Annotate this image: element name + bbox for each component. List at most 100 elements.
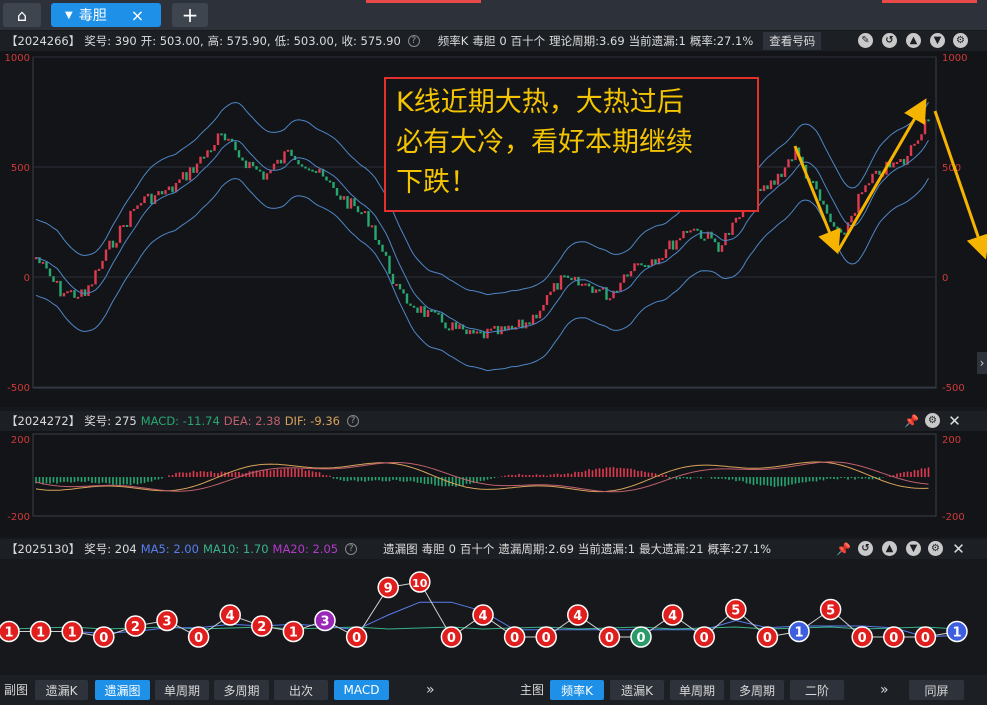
macd-bar (682, 477, 685, 479)
candle (727, 232, 731, 235)
main-btn-multi-cycle[interactable]: 多周期 (730, 680, 784, 700)
pos-text: 百十个 (459, 542, 495, 556)
candle (255, 166, 258, 170)
settings-icon[interactable]: ⚙ (928, 541, 943, 556)
candle (377, 239, 381, 245)
candle (304, 166, 307, 169)
candle (927, 119, 930, 122)
main-btn-second-order[interactable]: 二阶 (790, 680, 844, 700)
home-tab[interactable]: ⌂ (3, 3, 41, 27)
pin-icon[interactable]: 📌 (836, 541, 851, 556)
macd-bar (80, 477, 83, 482)
candle (682, 230, 685, 239)
miss-chart[interactable]: 1 1 1 02 3042 1309 10040 040 04050 150 0 0 1 (0, 559, 987, 673)
candle (724, 232, 727, 246)
macd-bar (742, 477, 744, 482)
macd-bar (773, 477, 776, 488)
macd-bar (371, 477, 373, 481)
down-icon[interactable]: ▼ (906, 541, 921, 556)
candle (703, 238, 706, 241)
macd-bar (105, 477, 107, 483)
candle (734, 217, 738, 223)
candle (650, 259, 654, 266)
settings-icon[interactable]: ⚙ (953, 33, 968, 48)
macd-chart[interactable]: 200 -200 200 -200 (0, 431, 987, 537)
help-icon[interactable]: ? (407, 35, 420, 47)
macd-bar (567, 473, 569, 477)
sub-btn-multi-cycle[interactable]: 多周期 (214, 680, 269, 700)
up-icon[interactable]: ▲ (882, 541, 897, 556)
candle (426, 310, 430, 317)
candle (503, 326, 507, 331)
macd-bar (388, 477, 391, 482)
down-icon[interactable]: ▼ (930, 33, 945, 48)
macd-bar (77, 477, 79, 482)
macd-value: MACD: -11.74 (140, 414, 220, 428)
candle (832, 222, 836, 227)
macd-bar (588, 469, 590, 477)
undo-icon[interactable]: ↺ (882, 33, 897, 48)
candle (402, 289, 405, 294)
candle (262, 171, 265, 180)
sub-btn-macd[interactable]: MACD (334, 680, 389, 700)
macd-bar (283, 468, 286, 477)
macd-bar (385, 477, 387, 482)
sub-btn-miss-chart[interactable]: 遗漏图 (95, 680, 150, 700)
sub-btn-single-cycle[interactable]: 单周期 (155, 680, 209, 700)
candle (699, 230, 703, 239)
candle (62, 293, 66, 297)
main-btn-single-cycle[interactable]: 单周期 (670, 680, 724, 700)
macd-bar (101, 477, 104, 483)
more-right-icon[interactable]: » (880, 680, 889, 700)
miss-ball-label: 0 (510, 631, 519, 646)
settings-icon[interactable]: ⚙ (925, 413, 940, 428)
help-icon[interactable]: ? (345, 543, 358, 555)
close-icon[interactable]: × (131, 6, 144, 25)
candle (164, 190, 167, 195)
macd-bar (598, 468, 601, 477)
miss-ball-label: 0 (858, 631, 867, 646)
macd-bar (924, 468, 926, 477)
add-tab-button[interactable]: + (172, 3, 208, 27)
macd-bar (231, 472, 233, 477)
candle (132, 208, 136, 211)
draw-icon[interactable]: ✎ (858, 33, 873, 48)
candle (552, 283, 556, 292)
view-numbers-button[interactable]: 查看号码 (763, 32, 822, 50)
close-icon[interactable]: ✕ (947, 412, 962, 430)
help-icon[interactable]: ? (346, 415, 359, 427)
macd-bar (815, 477, 818, 482)
macd-bar (619, 467, 622, 477)
sync-screen-button[interactable]: 同屏 (909, 680, 964, 700)
candle (419, 306, 423, 313)
up-icon[interactable]: ▲ (906, 33, 921, 48)
candle (409, 303, 412, 306)
macd-bar (182, 472, 184, 477)
more-left-icon[interactable]: » (426, 680, 435, 700)
macd-bar (154, 477, 156, 480)
candle (692, 228, 696, 231)
pin-icon[interactable]: 📌 (904, 413, 919, 428)
macd-bar (213, 472, 216, 477)
candle (825, 204, 829, 214)
tab-dudan[interactable]: ▼ 毒胆 × (51, 3, 161, 27)
candle (790, 159, 794, 162)
candle (874, 170, 878, 174)
macd-bar (73, 477, 76, 483)
macd-bar (927, 467, 930, 477)
close-icon[interactable]: ✕ (951, 540, 966, 558)
candle (622, 274, 626, 283)
candle (209, 150, 213, 153)
du-text: 毒胆 (421, 542, 445, 556)
expand-panel-icon[interactable]: › (977, 352, 987, 374)
macd-bar (801, 477, 804, 483)
macd-bar (826, 477, 828, 479)
main-btn-freq-k[interactable]: 频率K (550, 680, 604, 700)
candle (640, 263, 643, 266)
macd-bar (304, 470, 307, 477)
sub-btn-count[interactable]: 出次 (274, 680, 328, 700)
macd-bar (738, 477, 741, 481)
main-btn-miss-k[interactable]: 遗漏K (610, 680, 664, 700)
undo-icon[interactable]: ↺ (858, 541, 873, 556)
sub-btn-miss-k[interactable]: 遗漏K (35, 680, 88, 700)
